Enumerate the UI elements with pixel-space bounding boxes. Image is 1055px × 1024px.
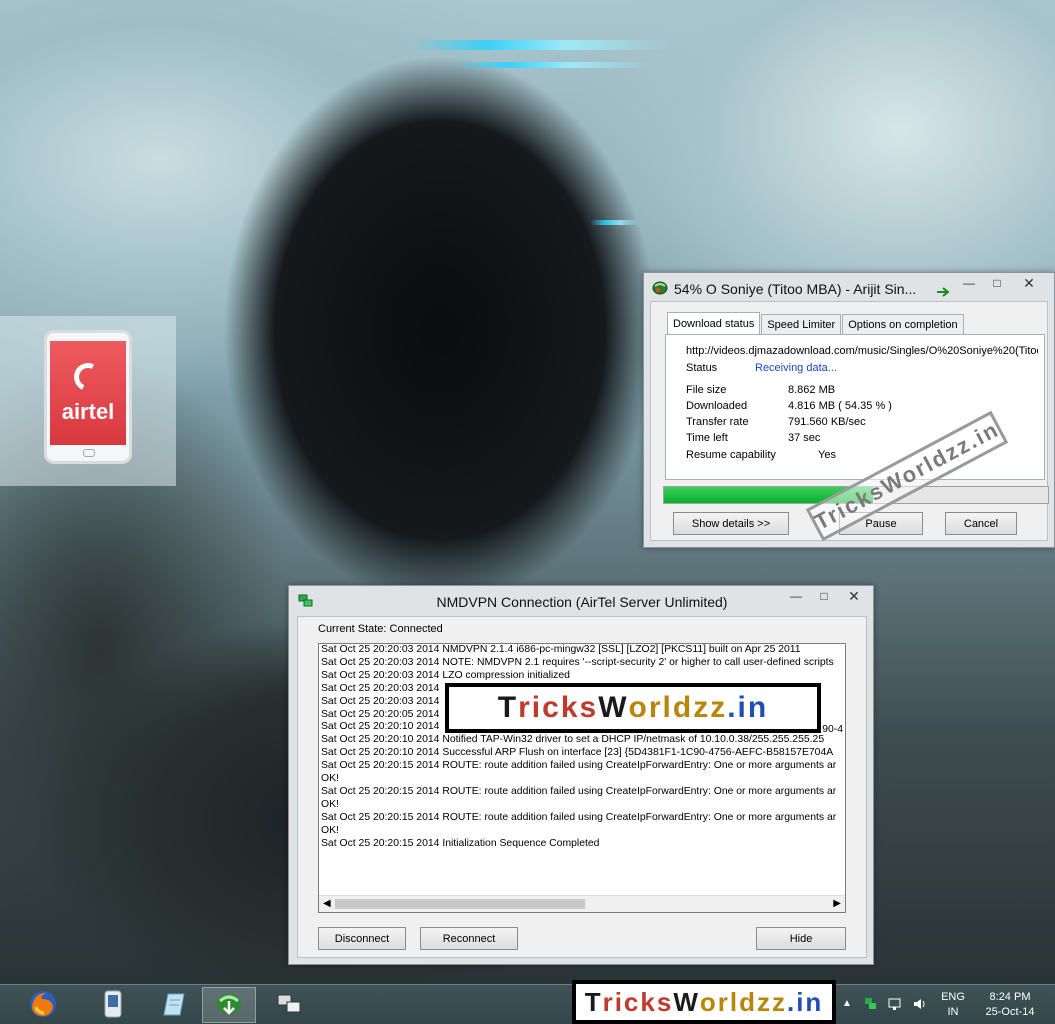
tab-download-status[interactable]: Download status (667, 312, 761, 334)
watermark-text-part: T (497, 691, 519, 724)
tab-speed-limiter[interactable]: Speed Limiter (761, 314, 842, 334)
language-code: ENG (941, 991, 965, 1003)
network-icon (274, 989, 304, 1022)
log-line: Sat Oct 25 20:20:15 2014 ROUTE: route ad… (321, 785, 837, 797)
watermark-text-part: .in (727, 691, 769, 724)
file-size-value: 8.862 MB (788, 384, 836, 396)
log-line: OK! (321, 798, 339, 810)
status-label: Status (686, 362, 718, 374)
reconnect-button[interactable]: Reconnect (420, 927, 518, 950)
idm-arrow-icon[interactable] (936, 284, 952, 300)
download-url: http://videos.djmazadownload.com/music/S… (686, 345, 1038, 357)
watermark-text-part: ricks (518, 691, 599, 724)
airtel-phone-icon[interactable]: airtel (44, 330, 132, 464)
idm-icon (214, 989, 244, 1022)
log-line: Sat Oct 25 20:20:03 2014 LZO compression… (321, 669, 570, 681)
idm-minimize-button[interactable]: — (956, 273, 982, 293)
taskbar-network-connections[interactable] (262, 987, 316, 1023)
volume-icon[interactable] (912, 997, 926, 1014)
hide-button[interactable]: Hide (756, 927, 846, 950)
watermark-text-part: T (584, 986, 603, 1017)
idm-close-button[interactable]: ✕ (1016, 273, 1042, 293)
taskbar: ▲ ENG IN 8:24 PM 25-Oct-14 (0, 984, 1055, 1024)
show-details-button[interactable]: Show details >> (673, 512, 789, 535)
time-left-label: Time left (686, 432, 728, 444)
vpn-tray-icon[interactable] (864, 997, 878, 1014)
status-value: Receiving data... (755, 362, 837, 374)
wallpaper-glow (450, 62, 650, 68)
notepad-icon (158, 989, 188, 1022)
time-left-value: 37 sec (788, 432, 821, 444)
vpn-titlebar[interactable]: NMDVPN Connection (AirTel Server Unlimit… (289, 586, 873, 614)
scrollbar-thumb[interactable] (335, 899, 585, 909)
phone-home-button-icon (83, 449, 95, 457)
cancel-button[interactable]: Cancel (945, 512, 1017, 535)
disconnect-button[interactable]: Disconnect (318, 927, 406, 950)
scroll-right-icon[interactable]: ▶ (833, 898, 841, 909)
watermark-text-part: ricks (602, 986, 674, 1017)
idm-app-icon (652, 281, 668, 298)
network-tray-icon[interactable] (888, 997, 902, 1014)
resume-capability-value: Yes (818, 449, 836, 461)
vpn-minimize-button[interactable]: — (783, 586, 809, 606)
language-indicator[interactable]: ENG IN (936, 991, 970, 1018)
log-line: Sat Oct 25 20:20:15 2014 ROUTE: route ad… (321, 760, 837, 772)
log-horizontal-scrollbar[interactable]: ◀ ▶ (319, 895, 845, 912)
log-line: Sat Oct 25 20:20:10 2014 Successful ARP … (321, 747, 834, 759)
taskbar-notepad[interactable] (146, 987, 200, 1023)
watermark-text-part: orldzz (628, 691, 728, 724)
watermark-banner-taskbar: Tricks Worldzz .in (572, 980, 836, 1024)
log-line: Sat Oct 25 20:20:03 2014 NOTE: NMDVPN 2.… (321, 656, 834, 668)
log-line: OK! (321, 824, 339, 836)
idm-maximize-button[interactable]: □ (984, 273, 1010, 293)
log-line: OK! (321, 773, 339, 785)
airtel-label: airtel (61, 399, 115, 424)
current-state: Current State: Connected (318, 623, 443, 635)
clock-date: 25-Oct-14 (985, 1006, 1035, 1018)
clock[interactable]: 8:24 PM 25-Oct-14 (980, 991, 1040, 1018)
region-code: IN (947, 1006, 959, 1018)
log-line: Sat Oct 25 20:20:03 2014 NMDVPN 2.1.4 i6… (321, 644, 801, 655)
nmdvpn-connection-window: NMDVPN Connection (AirTel Server Unlimit… (288, 585, 874, 965)
wallpaper-glow (410, 40, 670, 50)
tab-options-on-completion[interactable]: Options on completion (842, 314, 964, 334)
watermark-banner-log: Tricks Worldzz .in (445, 683, 821, 733)
log-tail-fragment: 90-4 (822, 724, 843, 735)
download-status-panel: http://videos.djmazadownload.com/music/S… (665, 334, 1045, 480)
watermark-text-part: W (673, 986, 700, 1017)
downloaded-value: 4.816 MB ( 54.35 % ) (788, 400, 892, 412)
resume-capability-label: Resume capability (686, 449, 776, 461)
log-line: Sat Oct 25 20:20:15 2014 Initialization … (321, 837, 600, 849)
file-size-label: File size (686, 384, 727, 396)
vpn-close-button[interactable]: ✕ (841, 586, 867, 606)
clock-time: 8:24 PM (989, 991, 1031, 1003)
log-line: Sat Oct 25 20:20:10 2014 Notified TAP-Wi… (321, 734, 825, 746)
taskbar-idm[interactable] (202, 987, 256, 1023)
airtel-swirl-icon (70, 359, 106, 395)
downloaded-label: Downloaded (686, 400, 748, 412)
mobile-partner-icon (102, 989, 124, 1022)
vpn-client-area: Current State: Connected Sat Oct 25 20:2… (297, 616, 867, 958)
idm-title: 54% O Soniye (Titoo MBA) - Arijit Sin... (674, 281, 917, 297)
idm-titlebar[interactable]: 54% O Soniye (Titoo MBA) - Arijit Sin...… (644, 273, 1054, 301)
idm-tab-strip: Download status Speed Limiter Options on… (667, 312, 965, 334)
transfer-rate-value: 791.560 KB/sec (788, 416, 866, 428)
watermark-text-part: .in (786, 986, 824, 1017)
watermark-text-part: W (598, 691, 629, 724)
watermark-text-part: orldzz (699, 986, 787, 1017)
firefox-icon (28, 989, 58, 1022)
log-line: Sat Oct 25 20:20:15 2014 ROUTE: route ad… (321, 811, 837, 823)
taskbar-firefox[interactable] (16, 987, 70, 1023)
vpn-maximize-button[interactable]: □ (811, 586, 837, 606)
taskbar-mobile-partner[interactable] (86, 987, 140, 1023)
show-hidden-icons-chevron-icon[interactable]: ▲ (842, 998, 852, 1009)
airtel-logo: airtel (50, 341, 126, 445)
log-lines: Sat Oct 25 20:20:03 2014 NMDVPN 2.1.4 i6… (319, 644, 845, 851)
wallpaper-glow (590, 220, 640, 225)
transfer-rate-label: Transfer rate (686, 416, 749, 428)
scroll-left-icon[interactable]: ◀ (323, 898, 331, 909)
